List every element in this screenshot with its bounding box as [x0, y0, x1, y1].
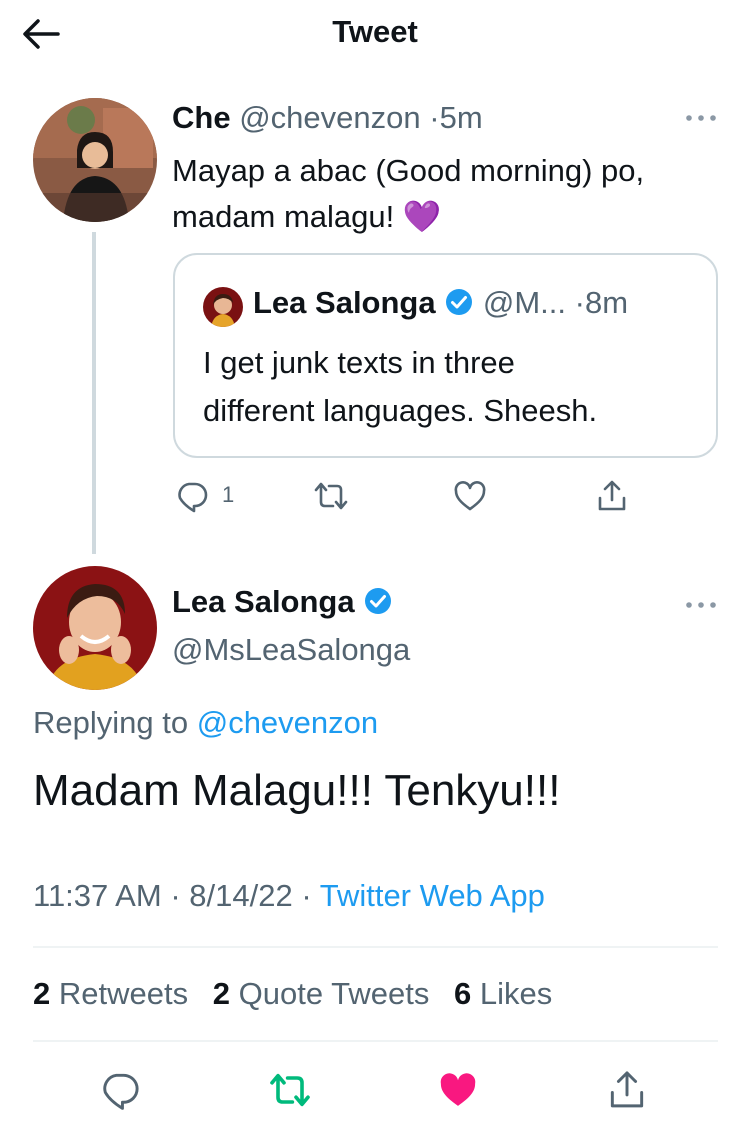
quoted-tweet-time: 8m	[584, 285, 629, 320]
share-icon[interactable]	[605, 1068, 649, 1112]
parent-tweet-text-segment: madam malagu!	[172, 199, 395, 234]
main-author-name[interactable]: Lea Salonga	[172, 584, 355, 619]
quote-tweets-label: Quote Tweets	[238, 976, 430, 1011]
page-title: Tweet	[332, 14, 418, 49]
divider	[33, 946, 718, 948]
main-author-name-row: Lea Salonga	[172, 584, 393, 624]
retweets-label: Retweets	[58, 976, 189, 1011]
quoted-author-name: Lea Salonga	[253, 285, 436, 320]
tweet-date[interactable]: 8/14/22	[189, 878, 292, 913]
parent-tweet-header: Che @chevenzon ·5m	[172, 100, 483, 136]
main-tweet-text: Madam Malagu!!! Tenkyu!!!	[33, 766, 561, 815]
retweet-icon[interactable]	[311, 478, 351, 514]
quoted-author-avatar	[203, 287, 243, 327]
separator-dot: ·	[170, 878, 181, 913]
more-icon[interactable]	[683, 598, 719, 612]
quoted-tweet-text-line: I get junk texts in three	[203, 345, 515, 380]
like-icon[interactable]	[452, 478, 488, 514]
parent-tweet-text-line: madam malagu! 💜	[172, 194, 712, 240]
purple-heart-emoji: 💜	[402, 199, 442, 234]
quote-tweets-stat[interactable]: 2 Quote Tweets	[213, 976, 430, 1011]
verified-icon	[363, 586, 393, 624]
tweet-metadata: 11:37 AM · 8/14/22 · Twitter Web App	[33, 878, 545, 914]
retweets-count: 2	[33, 976, 51, 1011]
top-bar: Tweet	[0, 0, 750, 66]
replying-to-line: Replying to @chevenzon	[33, 705, 378, 741]
quoted-tweet-card[interactable]: Lea Salonga @M... ·8m I get junk texts i…	[173, 253, 718, 458]
parent-author-handle[interactable]: @chevenzon	[239, 100, 420, 135]
parent-tweet-text: Mayap a abac (Good morning) po, madam ma…	[172, 148, 712, 240]
quoted-tweet-header: Lea Salonga @M... ·8m	[253, 285, 628, 325]
retweets-stat[interactable]: 2 Retweets	[33, 976, 188, 1011]
more-icon[interactable]	[683, 111, 719, 125]
share-icon[interactable]	[594, 478, 630, 514]
parent-author-name[interactable]: Che	[172, 100, 231, 135]
tweet-source-link[interactable]: Twitter Web App	[320, 878, 545, 913]
avatar-che[interactable]	[33, 98, 157, 222]
reply-count: 1	[222, 482, 235, 507]
quoted-author-handle: @M...	[482, 285, 566, 320]
retweet-icon[interactable]	[266, 1068, 314, 1112]
likes-label: Likes	[479, 976, 553, 1011]
like-icon[interactable]	[436, 1068, 480, 1112]
separator-dot: ·	[301, 878, 312, 913]
separator-dot: ·	[574, 285, 585, 320]
main-author-handle[interactable]: @MsLeaSalonga	[172, 632, 410, 668]
verified-icon	[444, 287, 474, 325]
likes-count: 6	[453, 976, 472, 1011]
reply-icon[interactable]	[174, 478, 210, 514]
quoted-tweet-text: I get junk texts in three different lang…	[203, 339, 693, 435]
replying-to-label: Replying to	[33, 705, 189, 740]
thread-line	[92, 232, 96, 554]
reply-icon[interactable]	[98, 1068, 142, 1112]
quote-tweets-count: 2	[212, 976, 230, 1011]
engagement-stats: 2 Retweets 2 Quote Tweets 6 Likes	[33, 976, 568, 1012]
avatar-lea-salonga[interactable]	[33, 566, 157, 690]
tweet-time[interactable]: 11:37 AM	[33, 878, 162, 913]
parent-tweet-text-line: Mayap a abac (Good morning) po,	[172, 153, 645, 188]
replying-to-link[interactable]: @chevenzon	[197, 705, 378, 740]
quoted-tweet-text-line: different languages. Sheesh.	[203, 393, 598, 428]
separator-dot: ·	[429, 100, 440, 135]
likes-stat[interactable]: 6 Likes	[454, 976, 552, 1011]
divider	[33, 1040, 718, 1042]
parent-tweet-time[interactable]: 5m	[440, 100, 483, 135]
